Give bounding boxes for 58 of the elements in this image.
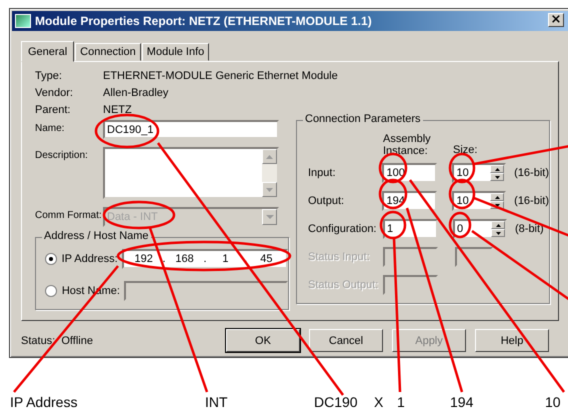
spin-down-icon[interactable]	[491, 229, 505, 237]
field-label: Vendor:	[35, 86, 74, 98]
window-title: Module Properties Report: NETZ (ETHERNET-MODULE 1.1)	[35, 14, 372, 28]
size-unit: (16-bit)	[514, 195, 549, 207]
annotation-label: 1	[397, 394, 405, 410]
option-label: IP Address:	[62, 253, 119, 265]
field-value: NETZ	[103, 104, 132, 116]
group-title: Connection Parameters	[303, 113, 423, 125]
spin-up-icon[interactable]	[491, 221, 505, 229]
radio-button[interactable]	[45, 253, 57, 265]
host-name-field[interactable]	[124, 281, 288, 301]
close-button[interactable]: ×	[548, 13, 564, 27]
dialog-button[interactable]: Cancel	[309, 329, 383, 352]
scrollbar[interactable]	[262, 149, 277, 197]
callout-ellipse	[378, 178, 408, 210]
field-label: Description:	[35, 149, 89, 161]
size-spinner[interactable]: 0	[453, 219, 507, 239]
scroll-up-icon[interactable]	[262, 149, 277, 164]
status-text: Status: Offline	[21, 334, 94, 346]
annotation-label: IP Address	[10, 394, 78, 410]
annotation-label: DC190	[314, 394, 358, 410]
spin-up-icon[interactable]	[490, 165, 504, 173]
callout-ellipse	[94, 114, 160, 148]
callout-ellipse	[448, 178, 476, 210]
callout-ellipse	[448, 152, 476, 184]
spin-up-icon[interactable]	[490, 193, 504, 201]
callout-ellipse	[448, 212, 472, 238]
field-value: ETHERNET-MODULE Generic Ethernet Module	[103, 70, 338, 82]
spin-down-icon[interactable]	[490, 173, 504, 181]
name-field[interactable]: DC190_1	[103, 120, 279, 139]
column-header: Assembly Instance:	[383, 133, 432, 159]
tab[interactable]: Connection	[75, 43, 141, 61]
scroll-down-icon[interactable]	[262, 182, 277, 197]
callout-ellipse	[380, 210, 406, 240]
field-label: Type:	[35, 70, 63, 82]
annotation-label: 10	[545, 394, 561, 410]
field-value: Allen-Bradley	[103, 86, 168, 98]
field-label: Name:	[35, 122, 66, 134]
parameter-label: Output:	[308, 195, 346, 207]
group-title: Address / Host Name	[42, 230, 151, 242]
parameter-label: Configuration:	[308, 223, 378, 235]
field-label: Parent:	[35, 104, 72, 116]
description-field[interactable]	[103, 147, 279, 199]
field-label: Comm Format:	[35, 209, 103, 221]
callout-ellipse	[378, 152, 408, 184]
window-icon	[15, 14, 31, 28]
radio-button[interactable]	[45, 285, 57, 297]
column-header: Size:	[453, 143, 478, 158]
dialog-button[interactable]: OK	[226, 329, 300, 352]
annotation-label: X	[374, 394, 384, 410]
tab[interactable]: General	[21, 41, 74, 62]
annotation-label: INT	[205, 394, 228, 410]
parameter-label: Input:	[308, 167, 337, 179]
dialog-button[interactable]: Help	[475, 329, 549, 352]
annotation-label: 194	[450, 394, 474, 410]
tab[interactable]: Module Info	[142, 43, 210, 61]
size-unit: (16-bit)	[514, 167, 549, 179]
size-unit: (8-bit)	[515, 223, 544, 235]
